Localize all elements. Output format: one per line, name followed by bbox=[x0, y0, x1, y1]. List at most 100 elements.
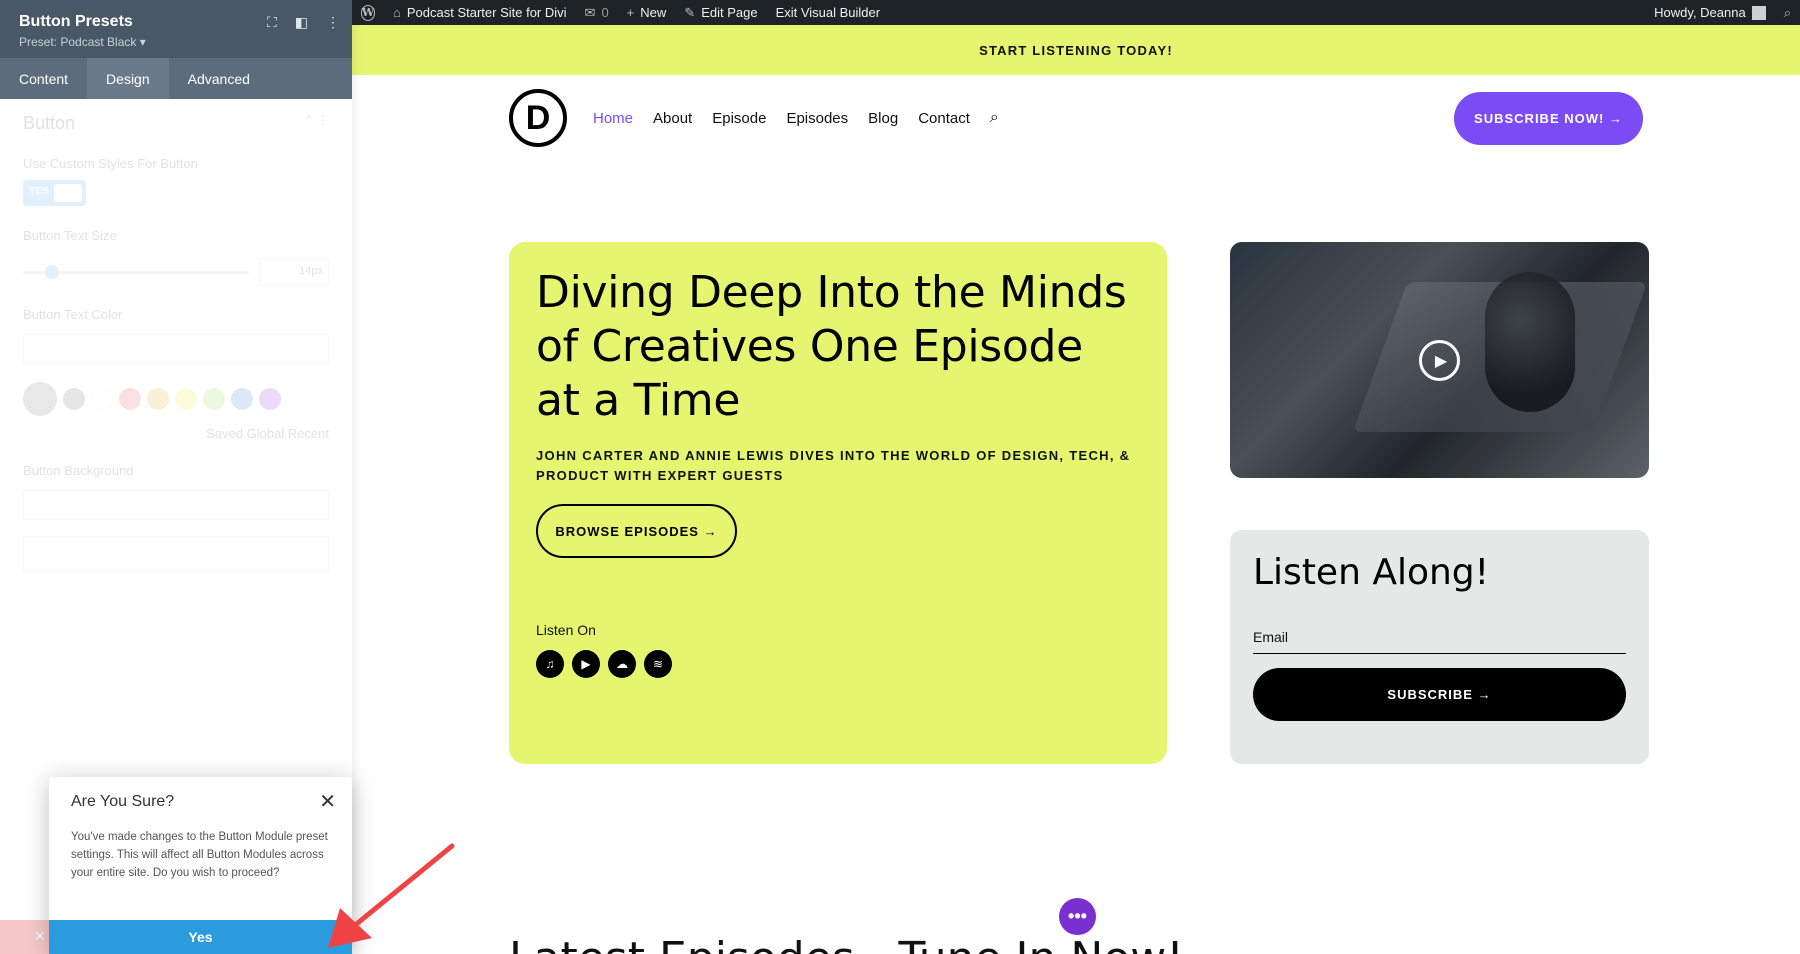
button-settings-group: Button ⌃ ⋮ Use Custom Styles For Button … bbox=[0, 99, 352, 586]
close-icon: ✕ bbox=[34, 928, 46, 944]
search-icon[interactable]: ⌕ bbox=[990, 109, 999, 127]
background-type-tabs[interactable] bbox=[23, 536, 329, 572]
kebab-menu-icon[interactable]: ⋮ bbox=[326, 14, 340, 31]
preset-selector[interactable]: Preset: Podcast Black ▾ bbox=[19, 35, 333, 49]
slider-track[interactable] bbox=[23, 264, 249, 279]
menu-item-contact[interactable]: Contact bbox=[918, 110, 970, 127]
subscribe-now-label: SUBSCRIBE NOW! → bbox=[1474, 110, 1623, 126]
menu-item-episode[interactable]: Episode bbox=[712, 110, 766, 127]
tab-advanced[interactable]: Advanced bbox=[169, 58, 269, 99]
main-menu: Home About Episode Episodes Blog Contact… bbox=[593, 109, 999, 127]
split-view-icon[interactable]: ◧ bbox=[295, 14, 308, 31]
listen-on-label: Listen On bbox=[536, 622, 596, 638]
toggle-knob bbox=[54, 184, 82, 202]
builder-menu-button[interactable]: ••• bbox=[1059, 898, 1096, 935]
video-player[interactable]: ▶ bbox=[1230, 242, 1649, 478]
exit-builder-label: Exit Visual Builder bbox=[775, 5, 881, 20]
new-content-link[interactable]: + New bbox=[618, 0, 676, 25]
plus-icon: + bbox=[626, 5, 635, 20]
slider-knob[interactable] bbox=[45, 264, 59, 279]
site-name: Podcast Starter Site for Divi bbox=[406, 5, 567, 20]
spotify-icon[interactable]: ≋ bbox=[644, 650, 672, 678]
wp-logo-menu[interactable]: W bbox=[352, 0, 384, 25]
color-palette bbox=[23, 382, 329, 416]
howdy-text: Howdy, Deanna bbox=[1654, 5, 1746, 20]
browse-episodes-button[interactable]: BROWSE EPISODES → bbox=[536, 504, 737, 558]
subscribe-now-button[interactable]: SUBSCRIBE NOW! → bbox=[1454, 91, 1643, 145]
hero-title: Diving Deep Into the Minds of Creatives … bbox=[536, 267, 1127, 426]
apple-music-icon[interactable]: ♫ bbox=[536, 650, 564, 678]
new-label: New bbox=[640, 5, 667, 20]
wp-admin-bar: W ⌂ Podcast Starter Site for Divi ✉ 0 + … bbox=[352, 0, 1800, 25]
text-color-device-tabs[interactable] bbox=[23, 334, 329, 364]
swatch-blue[interactable] bbox=[231, 388, 253, 410]
menu-item-about[interactable]: About bbox=[653, 110, 692, 127]
soundcloud-icon[interactable]: ☁ bbox=[608, 650, 636, 678]
background-label: Button Background bbox=[23, 463, 134, 478]
swatch-yellow[interactable] bbox=[175, 388, 197, 410]
more-icon: ••• bbox=[1068, 906, 1087, 926]
menu-item-home[interactable]: Home bbox=[593, 110, 633, 127]
subscribe-label: SUBSCRIBE → bbox=[1387, 687, 1492, 702]
expand-icon[interactable]: ⛶ bbox=[267, 14, 277, 31]
comment-icon: ✉ bbox=[584, 4, 596, 20]
admin-search[interactable]: ⌕ bbox=[1775, 0, 1800, 25]
toggle-yes-label: YES bbox=[29, 186, 50, 197]
wordpress-icon: W bbox=[360, 4, 376, 21]
hero-subtitle: JOHN CARTER AND ANNIE LEWIS DIVES INTO T… bbox=[536, 448, 1131, 483]
edit-page-label: Edit Page bbox=[701, 5, 758, 20]
confirm-dialog: Are You Sure? ✕ You've made changes to t… bbox=[49, 777, 352, 954]
email-field[interactable]: Email bbox=[1253, 629, 1626, 654]
banner-text: START LISTENING TODAY! bbox=[979, 42, 1173, 58]
pencil-icon: ✎ bbox=[684, 4, 696, 20]
swatch-orange[interactable] bbox=[147, 388, 169, 410]
hero-card: Diving Deep Into the Minds of Creatives … bbox=[509, 242, 1167, 764]
dashboard-icon: ⌂ bbox=[393, 5, 401, 20]
close-icon[interactable]: ✕ bbox=[319, 789, 336, 814]
comments-count: 0 bbox=[601, 5, 609, 20]
text-size-value: 14px bbox=[299, 265, 323, 277]
tab-design[interactable]: Design bbox=[87, 58, 169, 99]
comments-link[interactable]: ✉ 0 bbox=[576, 0, 618, 25]
logo-letter: D bbox=[525, 98, 551, 137]
text-size-input[interactable]: 14px bbox=[259, 259, 329, 285]
background-device-tabs[interactable] bbox=[23, 490, 329, 520]
search-icon: ⌕ bbox=[1783, 4, 1791, 20]
youtube-icon[interactable]: ▶ bbox=[572, 650, 600, 678]
avatar bbox=[1751, 5, 1766, 20]
panel-header-actions: ⛶ ◧ ⋮ bbox=[267, 14, 340, 31]
yes-label: Yes bbox=[188, 929, 213, 945]
menu-item-blog[interactable]: Blog bbox=[868, 110, 898, 127]
cancel-button[interactable]: ✕ bbox=[0, 920, 49, 954]
custom-styles-toggle[interactable]: YES bbox=[23, 180, 86, 206]
swatch-purple[interactable] bbox=[259, 388, 281, 410]
swatch-green[interactable] bbox=[203, 388, 225, 410]
swatch-red[interactable] bbox=[119, 388, 141, 410]
text-color-label: Button Text Color bbox=[23, 307, 123, 322]
listen-platforms: ♫ ▶ ☁ ≋ bbox=[536, 650, 1140, 678]
play-icon[interactable]: ▶ bbox=[1419, 340, 1460, 381]
collapse-icon[interactable]: ⌃ ⋮ bbox=[304, 113, 329, 134]
site-logo[interactable]: D bbox=[509, 89, 567, 147]
menu-item-episodes[interactable]: Episodes bbox=[786, 110, 848, 127]
account-menu[interactable]: Howdy, Deanna bbox=[1645, 0, 1775, 25]
swatch-white[interactable] bbox=[91, 388, 113, 410]
section-title: Button bbox=[23, 113, 76, 133]
palette-tabs[interactable]: Saved Global Recent bbox=[23, 426, 329, 441]
site-name-link[interactable]: ⌂ Podcast Starter Site for Divi bbox=[384, 0, 576, 25]
yes-button[interactable]: Yes bbox=[49, 920, 352, 954]
exit-builder-link[interactable]: Exit Visual Builder bbox=[767, 0, 890, 25]
top-banner: START LISTENING TODAY! bbox=[352, 25, 1800, 75]
site-header: D Home About Episode Episodes Blog Conta… bbox=[509, 89, 1643, 147]
edit-page-link[interactable]: ✎ Edit Page bbox=[675, 0, 766, 25]
browse-episodes-label: BROWSE EPISODES → bbox=[555, 523, 718, 539]
eyedropper-icon[interactable] bbox=[23, 382, 57, 416]
text-size-slider[interactable]: 14px bbox=[23, 259, 329, 285]
swatch-gray[interactable] bbox=[63, 388, 85, 410]
panel-header: Button Presets Preset: Podcast Black ▾ ⛶… bbox=[0, 0, 352, 58]
tab-content[interactable]: Content bbox=[0, 58, 87, 99]
section-header[interactable]: Button ⌃ ⋮ bbox=[23, 113, 329, 134]
text-size-label: Button Text Size bbox=[23, 228, 117, 243]
subscribe-button[interactable]: SUBSCRIBE → bbox=[1253, 668, 1626, 721]
newsletter-title: Listen Along! bbox=[1253, 552, 1490, 593]
